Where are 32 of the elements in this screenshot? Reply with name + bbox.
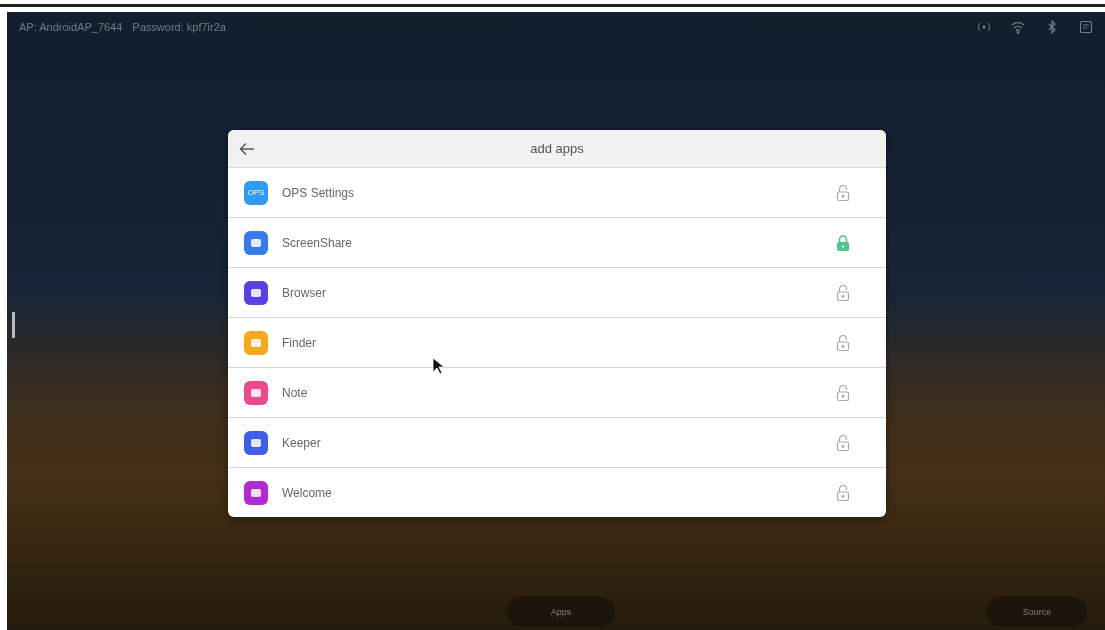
app-name: OPS Settings bbox=[282, 185, 356, 200]
unlocked-padlock-icon[interactable] bbox=[836, 433, 850, 452]
dialog-title: add apps bbox=[530, 141, 584, 156]
app-row[interactable]: Keeper bbox=[228, 417, 886, 467]
icon-label: OPS bbox=[247, 188, 265, 197]
app-name: Browser bbox=[282, 285, 327, 300]
unlocked-padlock-icon[interactable] bbox=[836, 183, 850, 202]
app-row[interactable]: Browser bbox=[228, 267, 886, 317]
app-name: Finder bbox=[282, 335, 317, 350]
dock-button[interactable]: Apps bbox=[507, 597, 615, 627]
app-name: Keeper bbox=[282, 435, 322, 450]
side-handle[interactable] bbox=[12, 312, 15, 338]
hotspot-icon bbox=[977, 20, 991, 34]
app-name: ScreenShare bbox=[282, 235, 354, 250]
app-row[interactable]: ScreenShare bbox=[228, 217, 886, 267]
unlocked-padlock-icon[interactable] bbox=[836, 483, 850, 502]
app-row[interactable]: Note bbox=[228, 367, 886, 417]
hotspot-name: AP: AndroidAP_7644 bbox=[19, 21, 123, 33]
dock-button[interactable]: Source bbox=[987, 597, 1087, 627]
screen-icon bbox=[1079, 20, 1093, 34]
app-name: Welcome bbox=[282, 485, 333, 500]
app-name: Note bbox=[282, 385, 309, 400]
app-row[interactable]: Welcome bbox=[228, 467, 886, 517]
unlocked-padlock-icon[interactable] bbox=[836, 283, 850, 302]
hotspot-password: Password: kpf7ir2a bbox=[132, 21, 226, 33]
locked-padlock-icon[interactable] bbox=[836, 233, 850, 252]
wifi-icon bbox=[1011, 20, 1025, 34]
mouse-pointer-icon bbox=[432, 357, 444, 375]
app-row[interactable]: OPS OPS Settings bbox=[228, 167, 886, 217]
unlocked-padlock-icon[interactable] bbox=[836, 383, 850, 402]
unlocked-padlock-icon[interactable] bbox=[836, 333, 850, 352]
app-row[interactable]: Finder bbox=[228, 317, 886, 367]
